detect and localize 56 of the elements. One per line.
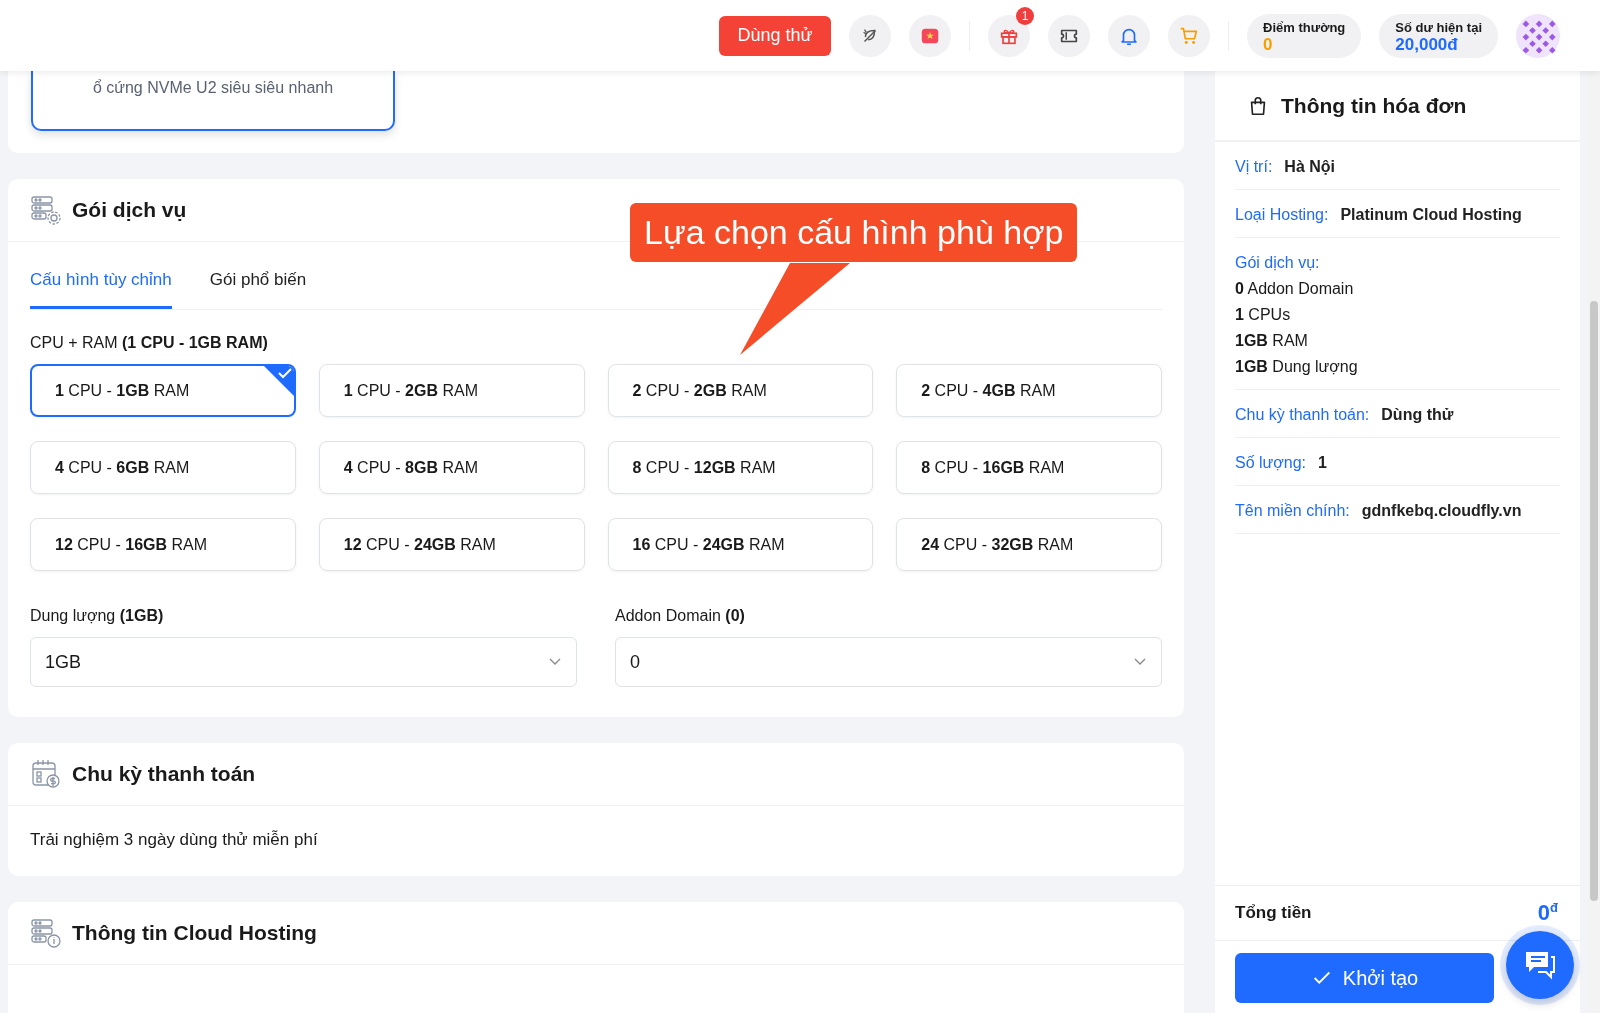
package-line: 1 CPUs [1235, 306, 1291, 324]
field-label: Vị trí: [1235, 158, 1273, 176]
points-label: Điểm thường [1263, 18, 1346, 36]
package-line: 1GB RAM [1235, 332, 1308, 350]
section-title: Chu kỳ thanh toán [72, 762, 256, 786]
field-value: gdnfkebq.cloudfly.vn [1361, 502, 1522, 520]
calendar-dollar-icon [30, 758, 62, 790]
config-option[interactable]: 4 CPU - 6GB RAM [30, 441, 296, 494]
points-value: 0 [1263, 35, 1274, 53]
avatar-icon [1516, 13, 1560, 58]
balance-value: 20,000đ [1395, 35, 1458, 53]
storage-label: Dung lượng (1GB) [30, 607, 165, 625]
total-value: 0$^{đ}$ [1537, 899, 1558, 926]
notification-badge: 1 [1016, 6, 1035, 25]
select-field[interactable]: 0 [615, 637, 1162, 687]
config-option[interactable]: 2 CPU - 4GB RAM [896, 364, 1162, 417]
field-value: Platinum Cloud Hosting [1340, 206, 1522, 224]
field-label: Tên miền chính: [1235, 502, 1350, 520]
config-option[interactable]: 16 CPU - 24GB RAM [607, 518, 874, 571]
config-option[interactable]: 8 CPU - 16GB RAM [896, 441, 1162, 494]
panel-title: Thông tin hóa đơn [1281, 93, 1467, 118]
cpu-ram-label: CPU + RAM (1 CPU - 1GB RAM) [30, 334, 269, 352]
config-option[interactable]: 12 CPU - 16GB RAM [30, 518, 296, 571]
config-option[interactable]: 24 CPU - 32GB RAM [896, 518, 1162, 571]
field-label: Gói dịch vụ: [1235, 254, 1320, 272]
plan-card[interactable]: ổ cứng NVMe U2 siêu siêu nhanh [31, 71, 395, 131]
select-field[interactable]: 1GB [30, 637, 577, 687]
config-option[interactable]: 1 CPU - 1GB RAM [30, 364, 296, 417]
balance-label: Số dư hiện tại [1395, 18, 1482, 36]
config-option[interactable]: 4 CPU - 8GB RAM [318, 441, 585, 494]
field-value: Dùng thử [1381, 406, 1454, 424]
server-info-icon [30, 917, 62, 949]
package-line: 0 Addon Domain [1235, 280, 1354, 298]
field-label: Loại Hosting: [1235, 206, 1329, 224]
billing-description: Trải nghiệm 3 ngày dùng thử miễn phí [30, 830, 319, 850]
field-value: Hà Nội [1284, 158, 1335, 176]
server-gear-icon [30, 194, 62, 226]
total-label: Tổng tiền [1235, 902, 1312, 923]
avatar-button[interactable] [1516, 13, 1560, 58]
config-option[interactable]: 2 CPU - 2GB RAM [607, 364, 874, 417]
scrollbar[interactable] [1588, 71, 1600, 1013]
section-title: Thông tin Cloud Hosting [72, 921, 317, 945]
field-label: Số lượng: [1235, 454, 1306, 472]
addon-label: Addon Domain (0) [615, 607, 746, 625]
trial-button[interactable]: Dùng thử [719, 15, 832, 56]
create-button[interactable]: Khởi tạo [1235, 953, 1494, 1003]
plan-description: ổ cứng NVMe U2 siêu siêu nhanh [92, 79, 334, 97]
config-option[interactable]: 12 CPU - 24GB RAM [318, 518, 585, 571]
tab[interactable]: Gói phổ biến [209, 270, 307, 309]
field-label: Chu kỳ thanh toán: [1235, 406, 1370, 424]
config-option[interactable]: 8 CPU - 12GB RAM [607, 441, 874, 494]
field-value: 1 [1318, 454, 1327, 472]
section-title: Gói dịch vụ [72, 198, 187, 222]
config-option[interactable]: 1 CPU - 2GB RAM [318, 364, 585, 417]
tab[interactable]: Cấu hình tùy chỉnh [30, 270, 172, 309]
package-line: 1GB Dung lượng [1235, 358, 1358, 376]
